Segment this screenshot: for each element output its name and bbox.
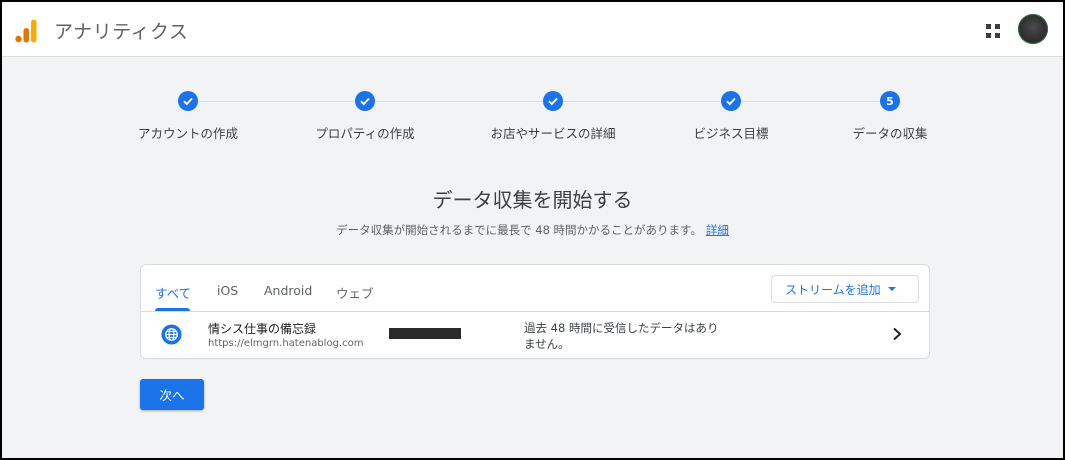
- status-line-1: 過去 48 時間に受信したデータはあり: [524, 321, 719, 335]
- step-2-check-icon: [355, 91, 375, 111]
- stream-tabs: すべて iOS Android ウェブ ストリームを追加: [141, 265, 929, 312]
- app-title: アナリティクス: [54, 21, 189, 43]
- add-stream-label: ストリームを追加: [785, 282, 881, 297]
- details-link[interactable]: 詳細: [706, 223, 729, 237]
- redacted-measurement-id: [389, 328, 461, 339]
- tab-ios[interactable]: iOS: [217, 283, 238, 298]
- chevron-right-icon[interactable]: [891, 327, 903, 341]
- step-label-business-details: お店やサービスの詳細: [490, 126, 616, 141]
- page-subtitle: データ収集が開始されるまでに最長で 48 時間かかることがあります。 詳細: [2, 222, 1063, 238]
- step-connector: [563, 101, 721, 102]
- active-tab-indicator: [155, 308, 190, 311]
- tab-web[interactable]: ウェブ: [336, 283, 374, 302]
- data-streams-card: すべて iOS Android ウェブ ストリームを追加 情シス仕事の備忘録 h…: [140, 264, 930, 359]
- apps-grid-icon[interactable]: [984, 22, 1002, 40]
- step-5-number: 5: [880, 91, 900, 111]
- step-label-property: プロパティの作成: [315, 126, 415, 141]
- stream-row[interactable]: 情シス仕事の備忘録 https://elmgrn.hatenablog.com …: [141, 312, 929, 358]
- step-3-check-icon: [543, 91, 563, 111]
- step-connector: [741, 101, 880, 102]
- stream-name: 情シス仕事の備忘録: [208, 322, 317, 336]
- status-line-2: ません。: [524, 337, 570, 351]
- web-globe-icon: [161, 324, 182, 345]
- app-frame: アナリティクス 5 アカウントの作成 プロパティの作成 お店やサービスの詳細 ビ…: [0, 0, 1065, 460]
- avatar[interactable]: [1018, 14, 1048, 44]
- tab-android[interactable]: Android: [264, 283, 312, 298]
- step-label-account: アカウントの作成: [137, 126, 239, 141]
- step-label-data-collection: データの収集: [852, 126, 928, 141]
- stream-url: https://elmgrn.hatenablog.com: [208, 338, 364, 349]
- next-button[interactable]: 次へ: [140, 379, 204, 410]
- tab-all[interactable]: すべて: [155, 283, 191, 302]
- setup-stepper: 5 アカウントの作成 プロパティの作成 お店やサービスの詳細 ビジネス目標 デー…: [2, 88, 1063, 148]
- step-label-business-goals: ビジネス目標: [693, 126, 769, 141]
- stream-status: 過去 48 時間に受信したデータはあり ません。: [524, 320, 739, 352]
- step-connector: [198, 101, 355, 102]
- add-stream-button[interactable]: ストリームを追加: [771, 275, 919, 303]
- step-4-check-icon: [721, 91, 741, 111]
- step-connector: [375, 101, 543, 102]
- subtitle-text: データ収集が開始されるまでに最長で 48 時間かかることがあります。: [336, 223, 702, 237]
- top-bar: アナリティクス: [2, 2, 1063, 57]
- page-title: データ収集を開始する: [432, 188, 633, 212]
- step-1-check-icon: [178, 91, 198, 111]
- analytics-logo-icon[interactable]: [15, 19, 37, 43]
- dropdown-caret-icon: [888, 287, 896, 291]
